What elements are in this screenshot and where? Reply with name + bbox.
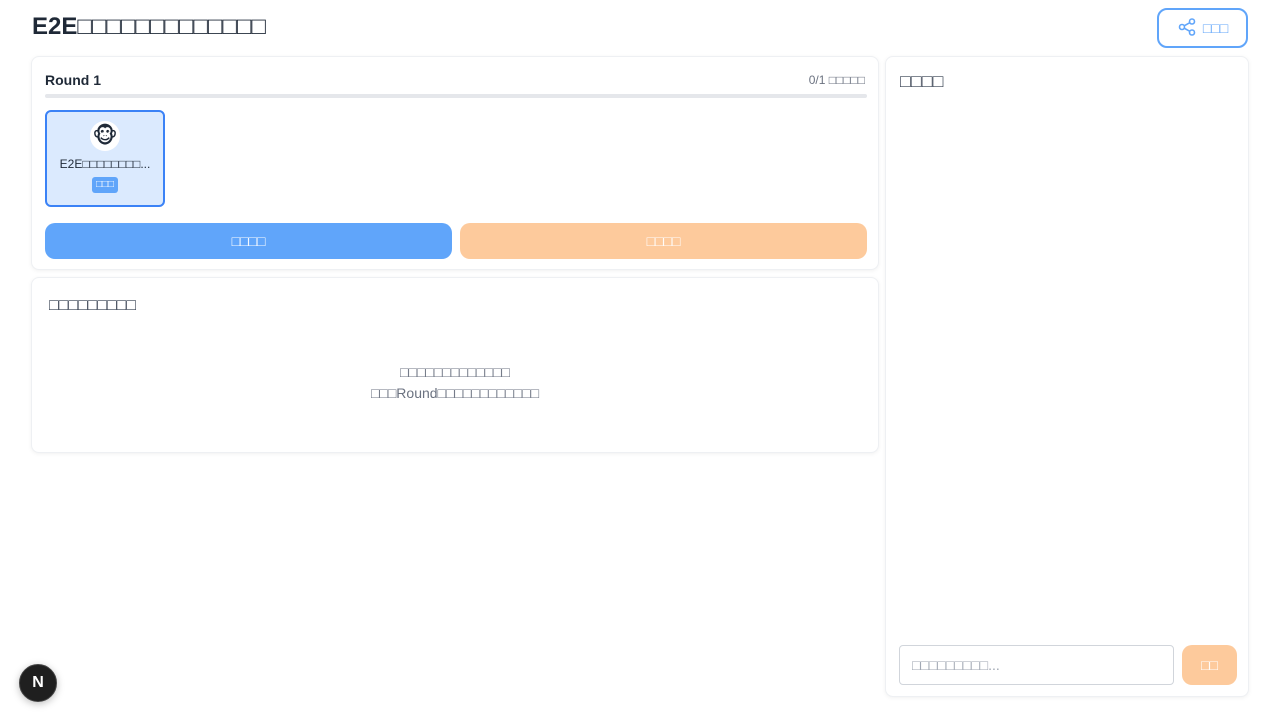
chat-panel: □□□□ □□	[885, 56, 1249, 697]
dev-tools-badge[interactable]: N	[19, 664, 57, 702]
participant-card[interactable]: 🐵 E2E□□□□□□□□... □□□	[45, 110, 165, 207]
page-title: E2E□□□□□□□□□□□□□	[32, 13, 266, 40]
progress-bar	[45, 94, 867, 98]
participant-badge: □□□	[91, 177, 119, 193]
send-button[interactable]: □□	[1182, 645, 1237, 685]
start-button[interactable]: □□□□	[45, 223, 452, 259]
end-button[interactable]: □□□□	[460, 223, 867, 259]
chat-title: □□□□	[900, 71, 944, 91]
results-title: □□□□□□□□□	[49, 297, 136, 314]
empty-state-hint: □□□Round□□□□□□□□□□□□	[370, 385, 540, 401]
progress-text: 0/1 □□□□□	[809, 73, 865, 87]
progress-label: □□□□□	[828, 73, 865, 87]
chat-input[interactable]	[899, 645, 1174, 685]
participant-name: E2E□□□□□□□□...	[59, 157, 151, 171]
share-icon	[1177, 17, 1197, 40]
round-title: Round 1	[45, 72, 101, 88]
empty-state-message: □□□□□□□□□□□□□	[400, 364, 510, 380]
round-panel: Round 1 0/1 □□□□□ 🐵 E2E□□□□□□□□... □□□ □…	[31, 56, 879, 270]
share-label: □□□	[1202, 20, 1229, 36]
avatar: 🐵	[90, 121, 120, 151]
share-button[interactable]: □□□	[1157, 8, 1248, 48]
progress-count: 0/1	[808, 73, 826, 87]
results-panel: □□□□□□□□□ □□□□□□□□□□□□□ □□□Round□□□□□□□□…	[31, 277, 879, 453]
